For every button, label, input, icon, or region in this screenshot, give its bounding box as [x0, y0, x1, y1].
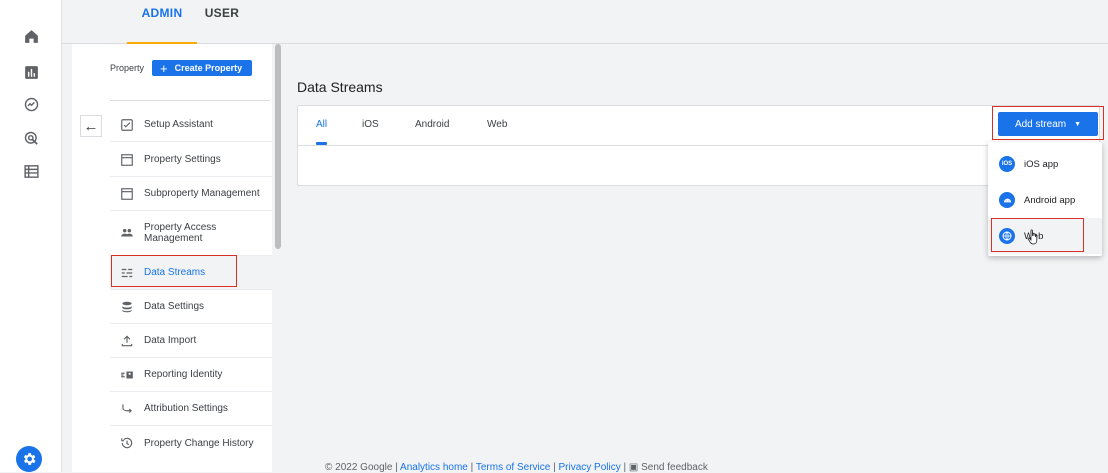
- globe-icon: [999, 228, 1015, 244]
- nav-item-label: Property Change History: [144, 437, 254, 449]
- identity-icon: [119, 367, 135, 383]
- nav-item-label: Property Settings: [144, 154, 221, 165]
- plus-icon: +: [160, 60, 168, 76]
- admin-nav-panel: Property + Create Property ← Setup Assis…: [72, 44, 272, 472]
- tab-user[interactable]: USER: [197, 0, 247, 44]
- advertising-icon[interactable]: [21, 128, 41, 148]
- tab-ios[interactable]: iOS: [362, 106, 379, 146]
- explore-icon[interactable]: [21, 94, 41, 114]
- add-stream-label: Add stream: [1014, 118, 1067, 130]
- admin-user-tabs: ADMIN USER: [62, 0, 1108, 44]
- footer-separator: |: [470, 462, 474, 473]
- upload-icon: [119, 333, 135, 349]
- tab-android[interactable]: Android: [415, 106, 449, 146]
- database-icon: [119, 299, 135, 315]
- streams-icon: [119, 265, 135, 281]
- create-property-label: Create Property: [174, 63, 243, 73]
- admin-gear-button[interactable]: [16, 446, 42, 472]
- attribution-icon: [119, 401, 135, 417]
- menu-item-ios-app[interactable]: iOS iOS app: [988, 146, 1102, 182]
- stream-tabs: All iOS Android Web: [298, 106, 1099, 146]
- nav-item-setup-assistant[interactable]: Setup Assistant: [110, 108, 272, 142]
- nav-item-property-change-history[interactable]: Property Change History: [110, 426, 272, 460]
- streams-card: All iOS Android Web: [297, 105, 1100, 186]
- page-title: Data Streams: [297, 79, 383, 95]
- checkbox-icon: [119, 117, 135, 133]
- footer-separator: |: [553, 462, 556, 473]
- property-label: Property: [110, 63, 145, 73]
- caret-down-icon: ▼: [1074, 120, 1082, 128]
- tab-admin[interactable]: ADMIN: [127, 0, 197, 44]
- android-icon: [999, 192, 1015, 208]
- home-icon[interactable]: [21, 26, 41, 46]
- nav-item-label: Data Settings: [144, 301, 205, 312]
- reports-icon[interactable]: [21, 62, 41, 82]
- footer-copyright: © 2022 Google |: [325, 462, 398, 473]
- nav-item-label: Subproperty Management: [144, 188, 260, 199]
- nav-item-data-import[interactable]: Data Import: [110, 324, 272, 358]
- back-arrow-icon[interactable]: ←: [80, 115, 102, 137]
- footer-separator: |: [623, 462, 627, 473]
- window-icon: [119, 186, 135, 202]
- window-icon: [119, 152, 135, 168]
- tab-web[interactable]: Web: [487, 106, 507, 146]
- nav-item-label: Attribution Settings: [144, 403, 228, 414]
- nav-item-attribution-settings[interactable]: Attribution Settings: [110, 392, 272, 426]
- nav-item-data-streams[interactable]: Data Streams: [110, 256, 272, 290]
- gear-icon: [23, 453, 36, 465]
- history-icon: [119, 435, 135, 451]
- tab-all[interactable]: All: [316, 106, 327, 146]
- terms-link[interactable]: Terms of Service: [476, 462, 550, 473]
- nav-item-reporting-identity[interactable]: Reporting Identity: [110, 358, 272, 392]
- nav-divider: [110, 100, 270, 101]
- ios-icon: iOS: [999, 156, 1015, 172]
- menu-item-android-app[interactable]: Android app: [988, 182, 1102, 218]
- nav-scrollbar-thumb[interactable]: [275, 44, 281, 249]
- privacy-link[interactable]: Privacy Policy: [558, 462, 620, 473]
- nav-item-label: Setup Assistant: [144, 119, 213, 130]
- nav-item-property-settings[interactable]: Property Settings: [110, 143, 272, 177]
- nav-item-label: Data Import: [144, 335, 197, 346]
- property-row: Property + Create Property: [110, 60, 253, 76]
- feedback-icon: ▣: [628, 462, 639, 473]
- hand-cursor-icon: [1027, 229, 1038, 245]
- add-stream-menu: iOS iOS app Android app Web: [988, 142, 1102, 256]
- active-tab-indicator: [316, 142, 327, 145]
- send-feedback-link[interactable]: Send feedback: [641, 462, 708, 473]
- footer: © 2022 Google | Analytics home | Terms o…: [325, 462, 708, 473]
- menu-item-web[interactable]: Web: [988, 218, 1102, 254]
- nav-item-label: Reporting Identity: [144, 369, 223, 380]
- menu-item-label: iOS app: [1024, 158, 1059, 170]
- analytics-home-link[interactable]: Analytics home: [400, 462, 468, 473]
- people-icon: [119, 225, 135, 241]
- nav-item-label: Data Streams: [144, 267, 206, 278]
- create-property-button[interactable]: + Create Property: [152, 60, 253, 76]
- add-stream-button[interactable]: Add stream ▼: [998, 112, 1098, 136]
- nav-item-property-access-management[interactable]: Property Access Management: [110, 211, 272, 256]
- left-rail: [0, 0, 62, 472]
- nav-item-subproperty-management[interactable]: Subproperty Management: [110, 177, 272, 211]
- nav-item-data-settings[interactable]: Data Settings: [110, 290, 272, 324]
- menu-item-label: Android app: [1024, 194, 1076, 206]
- nav-item-label: Property Access Management: [144, 222, 217, 244]
- configure-icon[interactable]: [21, 161, 41, 181]
